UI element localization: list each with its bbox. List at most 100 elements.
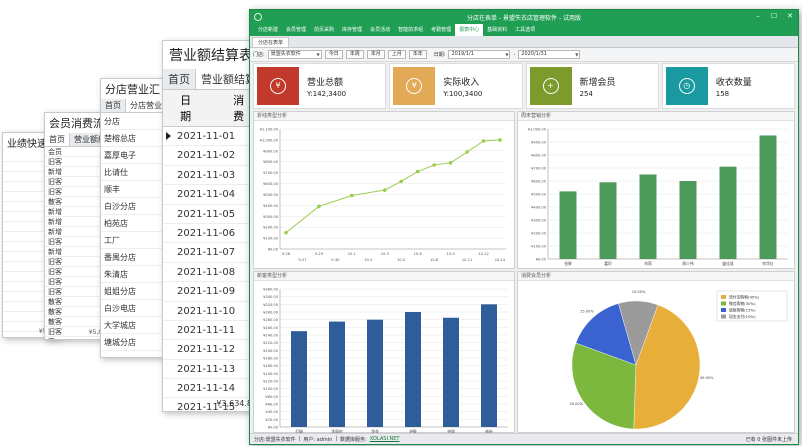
- list-item[interactable]: 顺丰: [101, 181, 169, 198]
- bar[interactable]: [759, 135, 777, 260]
- list-item[interactable]: 2021-11-14: [163, 379, 256, 399]
- provider-link[interactable]: XDLASI.NET: [370, 436, 400, 442]
- menu-item[interactable]: 考勤管理: [427, 24, 455, 36]
- data-point[interactable]: [317, 204, 321, 209]
- data-point[interactable]: [382, 188, 387, 192]
- y-tick-label: ¥0.00: [268, 248, 279, 252]
- list-item[interactable]: 2021-11-04: [163, 185, 256, 205]
- this-month-button[interactable]: 本月: [366, 50, 385, 59]
- this-year-button[interactable]: 本年: [408, 50, 427, 59]
- bar[interactable]: [679, 181, 697, 259]
- bar[interactable]: [481, 304, 497, 427]
- x-tick-label: 10-3: [381, 252, 389, 256]
- list-item[interactable]: 姐姐分店: [101, 283, 169, 300]
- bar[interactable]: [559, 191, 577, 259]
- list-item[interactable]: 2021-11-11: [163, 321, 256, 341]
- list-item[interactable]: 朱清店: [101, 266, 169, 283]
- data-point[interactable]: [399, 179, 404, 184]
- list-item[interactable]: 柏苑店: [101, 215, 169, 232]
- date-to-field[interactable]: 2020/1/31 ▼: [518, 50, 581, 59]
- menu-item[interactable]: 报表中心: [455, 24, 484, 36]
- data-point[interactable]: [448, 161, 453, 165]
- column-date[interactable]: 日期: [176, 90, 203, 126]
- data-point[interactable]: [350, 193, 354, 198]
- list-item[interactable]: 嘉厚电子: [101, 147, 169, 164]
- data-point[interactable]: [481, 139, 486, 143]
- store-select-value: 景盟失衣软件: [270, 51, 301, 57]
- bar[interactable]: [719, 166, 737, 259]
- list-item[interactable]: 番禺分店: [101, 249, 169, 266]
- bar[interactable]: [329, 321, 345, 427]
- list-item[interactable]: 白沙电店: [101, 300, 169, 317]
- table-header: 日期 消费: [163, 90, 256, 127]
- data-point[interactable]: [498, 138, 502, 142]
- menu-item[interactable]: 会员管理: [282, 24, 310, 36]
- bar[interactable]: [599, 182, 617, 259]
- x-tick-label: 何华红: [762, 261, 774, 266]
- list-item[interactable]: 2021-11-12: [163, 340, 256, 360]
- list-item[interactable]: 2021-11-08: [163, 263, 256, 283]
- list-item[interactable]: 2021-11-03: [163, 166, 256, 186]
- tab-branch-revenue[interactable]: 分店营业: [126, 99, 167, 112]
- list-item[interactable]: 2021-11-10: [163, 302, 256, 321]
- list-item[interactable]: 分店: [101, 113, 169, 130]
- legend-swatch: [721, 314, 726, 319]
- menu-item[interactable]: 工具选项: [511, 24, 539, 36]
- bar[interactable]: [291, 331, 307, 427]
- data-point[interactable]: [284, 230, 288, 235]
- date-from-field[interactable]: 2019/1/1 ▼: [448, 50, 511, 59]
- close-icon[interactable]: ✕: [786, 12, 794, 20]
- y-tick-label: ¥140.00: [263, 372, 279, 376]
- data-point[interactable]: [432, 163, 436, 167]
- y-tick-label: ¥200.00: [263, 226, 279, 230]
- list-item[interactable]: 楚榕总店: [101, 130, 169, 147]
- menu-item[interactable]: 智能前求组: [394, 24, 427, 36]
- bar[interactable]: [367, 319, 383, 427]
- tab-home[interactable]: 首页: [163, 69, 196, 89]
- income-icon: ¥: [406, 78, 423, 94]
- bar[interactable]: [405, 312, 421, 427]
- list-item[interactable]: 2021-11-09: [163, 282, 256, 302]
- menu-item[interactable]: 分店新建: [254, 24, 282, 36]
- list-item[interactable]: 白沙分店: [101, 198, 169, 215]
- legend-swatch: [721, 308, 726, 312]
- data-point[interactable]: [465, 150, 469, 154]
- last-month-button[interactable]: 上月: [387, 50, 406, 59]
- maximize-icon[interactable]: ☐: [770, 12, 778, 20]
- list-item[interactable]: 2021-11-13: [163, 360, 256, 380]
- bar[interactable]: [443, 317, 459, 427]
- list-item[interactable]: 比请仕: [101, 164, 169, 181]
- y-tick-label: ¥20.00: [265, 418, 278, 422]
- minimize-icon[interactable]: –: [754, 12, 762, 20]
- list-item[interactable]: 2021-11-07: [163, 243, 256, 263]
- menu-item[interactable]: 前页采购: [310, 24, 338, 36]
- main-window[interactable]: 分店在表单 - 景盟失衣店管理软件 - 试用版 – ☐ ✕ 分店新建 会员管理 前页…: [249, 9, 799, 445]
- list-item[interactable]: 大学城店: [101, 317, 169, 334]
- today-button[interactable]: 今日: [324, 50, 343, 59]
- x-tick-label: 10-1: [348, 252, 356, 256]
- y-tick-label: ¥360.00: [263, 288, 279, 292]
- tab-branch-report[interactable]: 分店在表单: [252, 37, 290, 47]
- list-item[interactable]: 工厂: [101, 232, 169, 249]
- store-select[interactable]: 景盟失衣软件 ▼: [267, 50, 322, 59]
- window-revenue-settlement[interactable]: 营业额结算表 首页 营业额结算表 日期 消费 2021-11-012021-11…: [162, 40, 257, 412]
- staff-bar-chart: ¥0.00 ¥100.00 ¥200.00 ¥300.00 ¥400.00 ¥500.00…: [528, 128, 788, 266]
- this-week-button[interactable]: 本周: [345, 50, 364, 59]
- data-point[interactable]: [415, 169, 420, 174]
- tab-home[interactable]: 首页: [101, 99, 126, 112]
- menu-item[interactable]: 会员活动: [366, 24, 394, 36]
- window-branch-revenue[interactable]: 分店营业汇 首页 分店营业 分店 楚榕总店 嘉厚电子 比请仕 顺丰 白沙分店 柏苑店 工厂 番禺…: [100, 78, 170, 358]
- list-item[interactable]: 2021-11-05: [163, 205, 256, 224]
- list-item[interactable]: 2021-11-01: [163, 127, 256, 147]
- legend-label: 银联购物(15%): [729, 308, 756, 313]
- menu-item[interactable]: 库存管理: [338, 24, 366, 36]
- status-branch: 分店:景盟失衣软件: [254, 436, 296, 443]
- tab-settlement[interactable]: 营业额结算表: [196, 69, 256, 89]
- list-item[interactable]: 塘城分店: [101, 334, 169, 351]
- list-item[interactable]: 2021-11-06: [163, 224, 256, 244]
- tab-home[interactable]: 首页: [45, 133, 70, 146]
- bar[interactable]: [639, 174, 657, 260]
- menu-item[interactable]: 基础资料: [483, 24, 511, 36]
- desktop-stage: 业绩快速 ¥5,00 会员消费流 首页 营业额结算表 会员旧客新增旧客旧客散客新…: [0, 0, 802, 446]
- list-item[interactable]: 2021-11-02: [163, 146, 256, 166]
